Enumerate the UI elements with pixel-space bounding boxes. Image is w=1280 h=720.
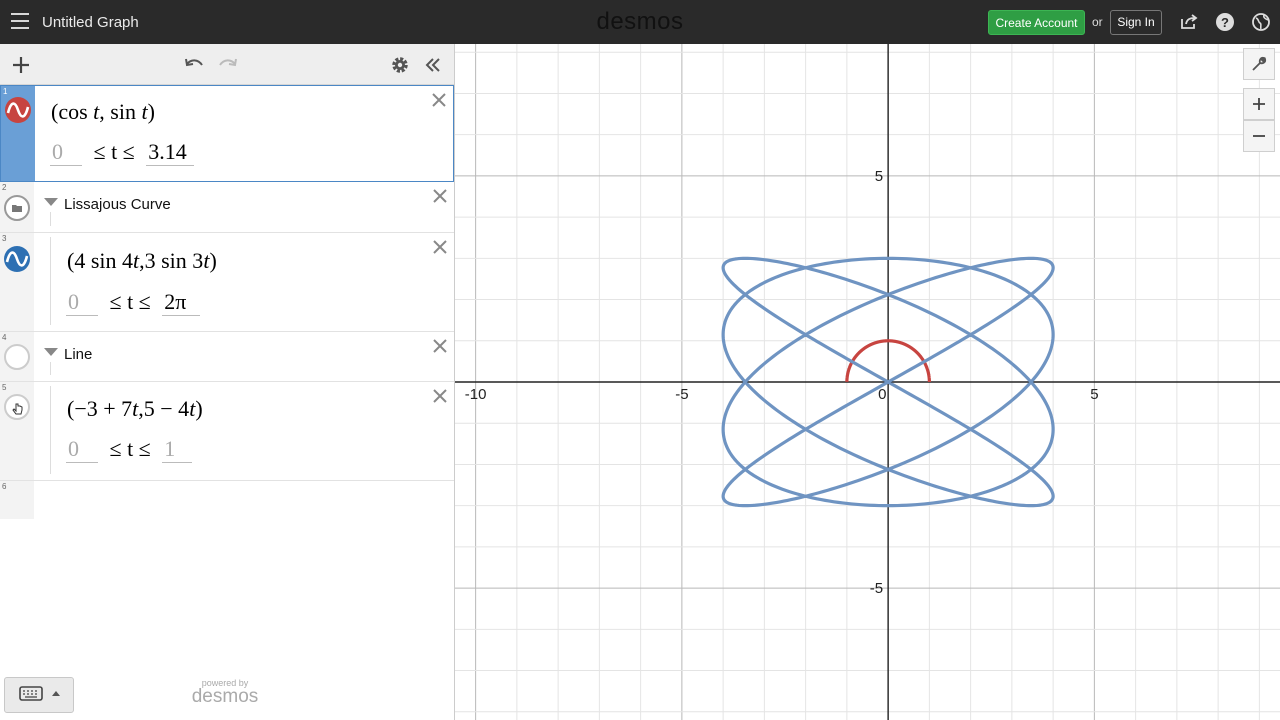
hidden-curve-icon[interactable] — [4, 344, 30, 370]
settings-gear-icon[interactable] — [389, 54, 411, 76]
delete-expression-icon[interactable] — [432, 239, 448, 255]
expression-row[interactable]: 5 (−3 + 7t,5 − 4t) 0 ≤ t ≤ 1 — [0, 382, 454, 481]
folder-title[interactable]: Line — [64, 346, 92, 363]
empty-expression-row[interactable]: 6 — [0, 481, 454, 519]
y-tick-label: -5 — [870, 580, 883, 597]
domain-min-input[interactable]: 0 — [66, 436, 98, 463]
collapse-panel-icon[interactable] — [422, 54, 444, 76]
redo-icon[interactable] — [217, 54, 239, 76]
x-tick-label: -5 — [675, 386, 688, 403]
keypad-toggle-button[interactable] — [4, 677, 74, 713]
domain-label: ≤ t ≤ — [109, 289, 151, 314]
create-account-button[interactable]: Create Account — [988, 10, 1085, 35]
domain-max-input[interactable]: 1 — [162, 436, 193, 463]
delete-folder-icon[interactable] — [432, 188, 448, 204]
x-tick-label: 5 — [1090, 386, 1098, 403]
domain-label: ≤ t ≤ — [93, 139, 135, 164]
top-bar: Untitled Graph desmos Create Account or … — [0, 0, 1280, 44]
menu-icon[interactable] — [11, 13, 29, 29]
keyboard-icon — [19, 686, 60, 701]
collapse-triangle-icon[interactable] — [44, 198, 58, 206]
curve-color-icon[interactable] — [5, 97, 31, 123]
help-icon[interactable]: ? — [1215, 12, 1235, 32]
globe-icon[interactable] — [1251, 12, 1271, 32]
zoom-in-icon[interactable] — [1243, 88, 1275, 120]
or-label: or — [1092, 15, 1103, 29]
expression-row[interactable]: 3 (4 sin 4t,3 sin 3t) 0 ≤ t ≤ 2π — [0, 233, 454, 332]
zoom-out-icon[interactable] — [1243, 120, 1275, 152]
domain-max-input[interactable]: 2π — [162, 289, 201, 316]
svg-text:?: ? — [1221, 15, 1229, 30]
graph-settings-wrench-icon[interactable] — [1243, 48, 1275, 80]
folder-icon[interactable] — [4, 195, 30, 221]
add-item-icon[interactable] — [10, 54, 32, 76]
undo-icon[interactable] — [183, 54, 205, 76]
y-tick-label: 5 — [875, 168, 883, 185]
x-tick-label: -10 — [465, 386, 487, 403]
domain-max-input[interactable]: 3.14 — [146, 139, 195, 166]
x-tick-label: 0 — [878, 386, 886, 403]
expression-row[interactable]: 1 (cos t, sin t) 0 ≤ t ≤ 3.14 — [0, 85, 454, 182]
collapse-triangle-icon[interactable] — [44, 348, 58, 356]
folder-row[interactable]: 2 Lissajous Curve — [0, 182, 454, 233]
domain-row: 0 ≤ t ≤ 1 — [66, 436, 193, 463]
folder-row[interactable]: 4 Line — [0, 332, 454, 382]
delete-expression-icon[interactable] — [432, 388, 448, 404]
expression-math[interactable]: (−3 + 7t,5 − 4t) — [67, 396, 203, 422]
domain-min-input[interactable]: 0 — [50, 139, 82, 166]
domain-label: ≤ t ≤ — [109, 436, 151, 461]
hidden-curve-icon[interactable] — [4, 394, 30, 420]
powered-by-desmos: powered by desmos — [191, 678, 259, 707]
delete-expression-icon[interactable] — [431, 92, 447, 108]
domain-row: 0 ≤ t ≤ 3.14 — [50, 139, 195, 166]
graph-paper[interactable]: -10-505105-5 — [455, 44, 1280, 720]
graph-title[interactable]: Untitled Graph — [42, 14, 139, 31]
share-icon[interactable] — [1179, 12, 1199, 32]
expression-math[interactable]: (cos t, sin t) — [51, 99, 155, 125]
domain-min-input[interactable]: 0 — [66, 289, 98, 316]
expression-panel: 1 (cos t, sin t) 0 ≤ t ≤ 3.14 2 Lissajou… — [0, 44, 455, 720]
desmos-logo: desmos — [596, 8, 684, 35]
expression-toolbar — [0, 44, 454, 85]
domain-row: 0 ≤ t ≤ 2π — [66, 289, 201, 316]
expression-math[interactable]: (4 sin 4t,3 sin 3t) — [67, 248, 217, 274]
sign-in-button[interactable]: Sign In — [1110, 10, 1162, 35]
graph-canvas[interactable]: -10-505105-5 — [455, 44, 1280, 720]
folder-title[interactable]: Lissajous Curve — [64, 196, 171, 213]
hand-cursor-icon — [12, 403, 23, 415]
curve-color-icon[interactable] — [4, 246, 30, 272]
delete-folder-icon[interactable] — [432, 338, 448, 354]
